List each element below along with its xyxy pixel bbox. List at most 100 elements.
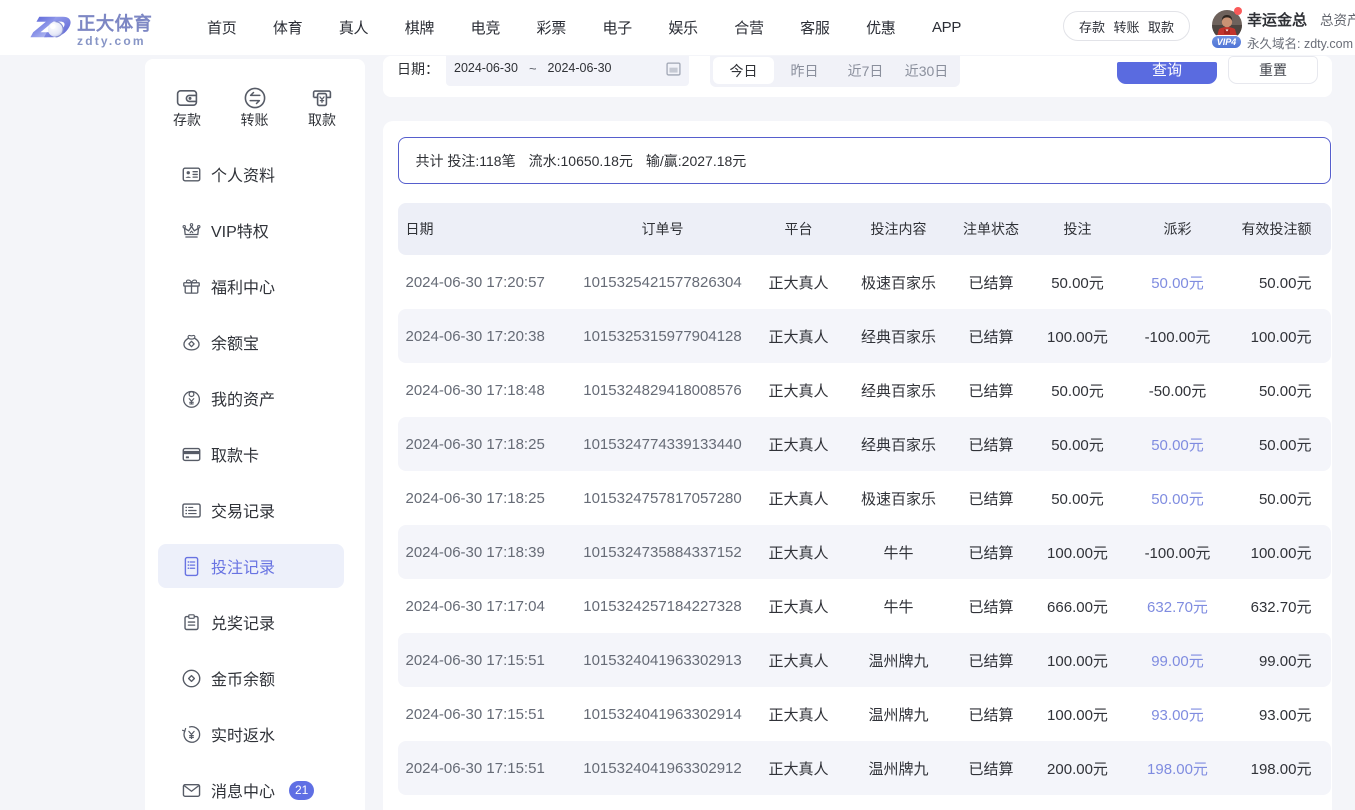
header-action-1[interactable]: 存款 bbox=[1079, 17, 1105, 36]
nav-item-2[interactable]: 体育 bbox=[273, 17, 302, 38]
main-nav: 首页 体育 真人 棋牌 电竞 彩票 电子 娱乐 合营 客服 优惠 APP bbox=[207, 0, 998, 55]
range-preset-2[interactable]: 昨日 bbox=[774, 57, 835, 84]
nav-item-9[interactable]: 合营 bbox=[734, 17, 763, 38]
cell-bet: 100.00元 bbox=[1025, 326, 1131, 347]
date-range-input[interactable]: 2024-06-30 ~ 2024-06-30 bbox=[446, 56, 689, 86]
withdraw-icon bbox=[310, 86, 334, 110]
cell-payout: -100.00元 bbox=[1131, 542, 1225, 563]
quick-action-withdraw[interactable]: 取款 bbox=[296, 86, 348, 130]
gift-icon bbox=[181, 276, 202, 297]
bet-records-table: 日期订单号平台投注内容注单状态投注派彩有效投注额 2024-06-30 17:20… bbox=[398, 203, 1331, 795]
range-preset-1[interactable]: 今日 bbox=[713, 57, 774, 84]
quick-action-wallet[interactable]: 存款 bbox=[161, 86, 213, 130]
table-header-row: 日期订单号平台投注内容注单状态投注派彩有效投注额 bbox=[398, 203, 1331, 255]
sidebar-item-gift[interactable]: 福利中心 bbox=[145, 258, 365, 314]
nav-item-7[interactable]: 电子 bbox=[602, 17, 631, 38]
nav-item-1[interactable]: 首页 bbox=[207, 17, 236, 38]
nav-item-8[interactable]: 娱乐 bbox=[668, 17, 697, 38]
wallet-icon bbox=[175, 86, 199, 110]
cell-content: 极速百家乐 bbox=[840, 272, 958, 293]
nav-item-3[interactable]: 真人 bbox=[339, 17, 368, 38]
summary-winloss: 输/赢:2027.18元 bbox=[646, 151, 746, 171]
cell-platform: 正大真人 bbox=[758, 542, 840, 563]
top-header: 正大体育 zdty.com 首页体育真人棋牌电竞彩票电子娱乐合营客服优惠APP … bbox=[0, 0, 1355, 55]
sidebar-item-bet-log[interactable]: 投注记录 bbox=[145, 538, 365, 594]
range-preset-4[interactable]: 近30日 bbox=[896, 57, 957, 84]
user-name[interactable]: 幸运金总 bbox=[1247, 14, 1307, 28]
cell-bet: 666.00元 bbox=[1025, 596, 1131, 617]
cell-status: 已结算 bbox=[958, 596, 1025, 617]
zd-logo-icon bbox=[26, 15, 71, 43]
brand-text-block: 正大体育 zdty.com bbox=[77, 14, 152, 48]
cell-platform: 正大真人 bbox=[758, 596, 840, 617]
money-pouch-icon bbox=[181, 332, 202, 353]
user-info: 幸运金总 总资产: 永久域名: zdty.com bbox=[1247, 14, 1355, 51]
sidebar-item-message[interactable]: 消息中心21 bbox=[145, 762, 365, 810]
cell-status: 已结算 bbox=[958, 326, 1025, 347]
brand-name: 正大体育 bbox=[77, 14, 152, 34]
cell-order-no: 1015325421577826304 bbox=[568, 274, 758, 291]
cell-date: 2024-06-30 17:18:48 bbox=[398, 382, 568, 399]
filter-bar: 日期： 2024-06-30 ~ 2024-06-30 今日昨日近7日近30日 … bbox=[383, 56, 1332, 97]
header-action-2[interactable]: 转账 bbox=[1113, 17, 1139, 36]
menu-item-label: 我的资产 bbox=[211, 386, 275, 410]
cell-content: 牛牛 bbox=[840, 596, 958, 617]
cell-bet: 50.00元 bbox=[1025, 434, 1131, 455]
nav-item-5[interactable]: 电竞 bbox=[471, 17, 500, 38]
header-action-3[interactable]: 取款 bbox=[1148, 17, 1174, 36]
vip-badge: VIP4 bbox=[1212, 36, 1241, 48]
cell-order-no: 1015324041963302912 bbox=[568, 760, 758, 777]
sidebar-item-crown[interactable]: VIP特权 bbox=[145, 202, 365, 258]
user-top-line: 幸运金总 总资产: bbox=[1247, 14, 1355, 28]
nav-item-11[interactable]: 优惠 bbox=[866, 17, 895, 38]
main-panel: 共计 投注:118笔 流水:10650.18元 输/赢:2027.18元 日期订… bbox=[383, 121, 1332, 810]
range-preset-3[interactable]: 近7日 bbox=[835, 57, 896, 84]
bank-card-icon bbox=[181, 444, 202, 465]
sidebar-menu: 个人资料VIP特权福利中心余额宝我的资产取款卡交易记录投注记录兑奖记录金币余额实… bbox=[145, 146, 365, 810]
cell-status: 已结算 bbox=[958, 542, 1025, 563]
brand-logo[interactable]: 正大体育 zdty.com bbox=[26, 14, 186, 48]
nav-item-4[interactable]: 棋牌 bbox=[405, 17, 434, 38]
cell-order-no: 1015324041963302914 bbox=[568, 706, 758, 723]
sidebar-item-assets[interactable]: 我的资产 bbox=[145, 370, 365, 426]
sidebar-item-money-pouch[interactable]: 余额宝 bbox=[145, 314, 365, 370]
menu-item-label: 消息中心 bbox=[211, 778, 275, 802]
menu-item-label: 福利中心 bbox=[211, 274, 275, 298]
cell-platform: 正大真人 bbox=[758, 272, 840, 293]
cell-content: 经典百家乐 bbox=[840, 326, 958, 347]
cell-date: 2024-06-30 17:15:51 bbox=[398, 706, 568, 723]
sidebar-item-rebate[interactable]: 实时返水 bbox=[145, 706, 365, 762]
brand-domain: zdty.com bbox=[77, 35, 152, 47]
sidebar-item-coin[interactable]: 金币余额 bbox=[145, 650, 365, 706]
sidebar-item-bank-card[interactable]: 取款卡 bbox=[145, 426, 365, 482]
table-row-4: 2024-06-30 17:18:251015324774339133440正大… bbox=[398, 417, 1331, 471]
transfer-icon bbox=[243, 86, 267, 110]
cell-date: 2024-06-30 17:20:57 bbox=[398, 274, 568, 291]
column-header-1: 日期 bbox=[398, 219, 568, 239]
cell-payout: -100.00元 bbox=[1131, 326, 1225, 347]
nav-item-10[interactable]: 客服 bbox=[800, 17, 829, 38]
nav-item-12[interactable]: APP bbox=[932, 19, 961, 36]
sidebar-item-transaction-log[interactable]: 交易记录 bbox=[145, 482, 365, 538]
quick-action-transfer[interactable]: 转账 bbox=[229, 86, 281, 130]
cell-order-no: 1015324774339133440 bbox=[568, 436, 758, 453]
crown-icon bbox=[181, 220, 202, 241]
cell-content: 极速百家乐 bbox=[840, 488, 958, 509]
cell-valid-bet: 99.00元 bbox=[1225, 650, 1331, 671]
cell-payout: 99.00元 bbox=[1131, 650, 1225, 671]
sidebar-item-redeem-log[interactable]: 兑奖记录 bbox=[145, 594, 365, 650]
query-button-label: 查询 bbox=[1117, 63, 1217, 78]
sidebar-item-id-card[interactable]: 个人资料 bbox=[145, 146, 365, 202]
reset-button[interactable]: 重置 bbox=[1228, 56, 1318, 84]
table-row-3: 2024-06-30 17:18:481015324829418008576正大… bbox=[398, 363, 1331, 417]
user-domain-line: 永久域名: zdty.com bbox=[1247, 37, 1355, 51]
cell-valid-bet: 100.00元 bbox=[1225, 542, 1331, 563]
query-button[interactable]: 查询 bbox=[1117, 62, 1217, 84]
date-from-value[interactable]: 2024-06-30 bbox=[454, 61, 518, 75]
notification-dot bbox=[1234, 7, 1242, 15]
date-to-value[interactable]: 2024-06-30 bbox=[548, 61, 612, 75]
nav-item-6[interactable]: 彩票 bbox=[537, 17, 566, 38]
cell-bet: 200.00元 bbox=[1025, 758, 1131, 779]
cell-platform: 正大真人 bbox=[758, 650, 840, 671]
cell-status: 已结算 bbox=[958, 272, 1025, 293]
